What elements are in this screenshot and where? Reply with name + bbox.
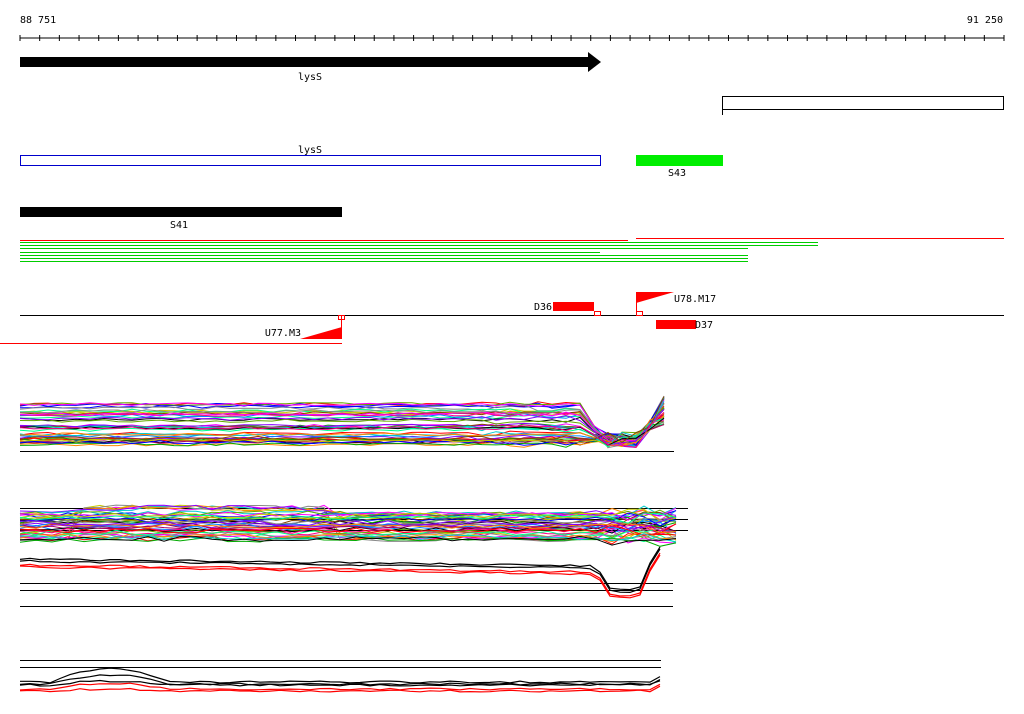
expression-panel-2 xyxy=(19,504,688,547)
ruler-end-label: 91 250 xyxy=(967,15,1003,26)
feature-U78-M17-label: U78.M17 xyxy=(674,294,716,305)
gene-lysS-arrow[interactable] xyxy=(20,52,601,72)
segment-S43-label: S43 xyxy=(668,168,686,179)
segment-S41-label: S41 xyxy=(170,220,188,231)
expression-panel-4 xyxy=(19,660,661,693)
coordinate-ruler xyxy=(19,35,1005,41)
segment-S41[interactable] xyxy=(20,207,342,217)
feature-U78-M17[interactable] xyxy=(636,292,674,316)
feature-D37[interactable] xyxy=(656,320,696,329)
gene-lysS-label: lysS xyxy=(298,72,322,83)
track-canvas: 88 751 91 250 lysS lysS S43 S41 D36 U78.… xyxy=(0,15,1005,693)
feature-D37-label: D37 xyxy=(695,320,713,331)
transcript-lysS-box[interactable] xyxy=(20,155,601,166)
feature-D36[interactable] xyxy=(553,302,594,311)
read-alignment-lines xyxy=(20,238,1004,262)
genome-browser-view: 88 751 91 250 lysS lysS S43 S41 D36 U78.… xyxy=(0,0,1024,714)
segment-S43[interactable] xyxy=(636,155,723,166)
expression-panel-1 xyxy=(19,395,674,452)
feature-D36-marker xyxy=(594,311,601,316)
feature-U77-M3-label: U77.M3 xyxy=(265,328,301,339)
feature-track xyxy=(0,315,1004,344)
feature-D36-label: D36 xyxy=(534,302,552,313)
transcript-lysS-label: lysS xyxy=(298,145,322,156)
expression-panel-3 xyxy=(19,546,673,607)
outlined-feature-box[interactable] xyxy=(722,96,1004,116)
ruler-start-label: 88 751 xyxy=(20,15,56,26)
feature-U77-M3[interactable] xyxy=(300,315,345,340)
